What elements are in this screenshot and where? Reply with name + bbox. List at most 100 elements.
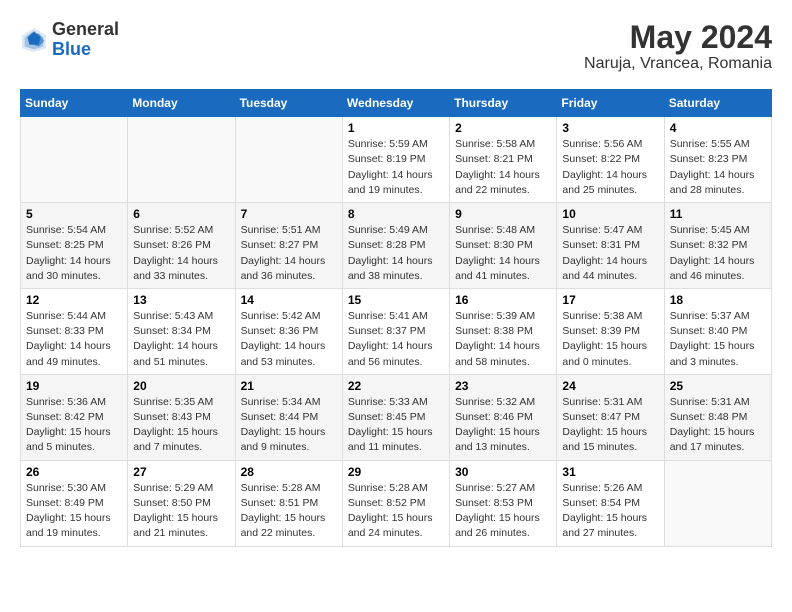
calendar-cell: 23Sunrise: 5:32 AM Sunset: 8:46 PM Dayli… bbox=[450, 374, 557, 460]
day-info: Sunrise: 5:37 AM Sunset: 8:40 PM Dayligh… bbox=[670, 309, 766, 370]
title-block: May 2024 Naruja, Vrancea, Romania bbox=[584, 20, 772, 73]
calendar-cell: 29 Sunrise: 5:28 AM Sunset: 8:52 PM Dayli… bbox=[342, 460, 449, 546]
day-number: 7 bbox=[241, 207, 337, 221]
day-info: Sunrise: 5:29 AM Sunset: 8:50 PM Dayligh… bbox=[133, 481, 229, 542]
calendar-cell bbox=[235, 117, 342, 203]
day-info: Sunrise: 5:45 AM Sunset: 8:32 PM Dayligh… bbox=[670, 223, 766, 284]
day-info: Sunrise: 5:58 AM Sunset: 8:21 PM Dayligh… bbox=[455, 137, 551, 198]
day-info: Sunrise: 5:49 AM Sunset: 8:28 PM Dayligh… bbox=[348, 223, 444, 284]
day-info: Sunrise: 5:31 AM Sunset: 8:47 PM Dayligh… bbox=[562, 395, 658, 456]
logo-icon bbox=[20, 26, 48, 54]
calendar-cell: 25 Sunrise: 5:31 AM Sunset: 8:48 PM Dayli… bbox=[664, 374, 771, 460]
day-header-tuesday: Tuesday bbox=[235, 90, 342, 117]
day-number: 29 bbox=[348, 465, 444, 479]
day-info: Sunrise: 5:32 AM Sunset: 8:46 PM Dayligh… bbox=[455, 395, 551, 456]
day-number: 21 bbox=[241, 379, 337, 393]
calendar-week-row: 26 Sunrise: 5:30 AM Sunset: 8:49 PM Dayli… bbox=[21, 460, 772, 546]
logo-blue-text: Blue bbox=[52, 39, 91, 59]
day-number: 2 bbox=[455, 121, 551, 135]
day-number: 10 bbox=[562, 207, 658, 221]
day-number: 3 bbox=[562, 121, 658, 135]
month-year-title: May 2024 bbox=[584, 20, 772, 55]
calendar-table: SundayMondayTuesdayWednesdayThursdayFrid… bbox=[20, 89, 772, 546]
calendar-cell: 9 Sunrise: 5:48 AM Sunset: 8:30 PM Daylig… bbox=[450, 203, 557, 289]
day-number: 8 bbox=[348, 207, 444, 221]
day-info: Sunrise: 5:39 AM Sunset: 8:38 PM Dayligh… bbox=[455, 309, 551, 370]
calendar-cell: 19 Sunrise: 5:36 AM Sunset: 8:42 PM Dayli… bbox=[21, 374, 128, 460]
day-header-friday: Friday bbox=[557, 90, 664, 117]
day-info: Sunrise: 5:34 AM Sunset: 8:44 PM Dayligh… bbox=[241, 395, 337, 456]
day-info: Sunrise: 5:48 AM Sunset: 8:30 PM Dayligh… bbox=[455, 223, 551, 284]
day-number: 6 bbox=[133, 207, 229, 221]
day-info: Sunrise: 5:30 AM Sunset: 8:49 PM Dayligh… bbox=[26, 481, 122, 542]
page-header: General Blue May 2024 Naruja, Vrancea, R… bbox=[20, 20, 772, 73]
logo-general-text: General bbox=[52, 19, 119, 39]
calendar-cell: 12Sunrise: 5:44 AM Sunset: 8:33 PM Dayli… bbox=[21, 288, 128, 374]
day-info: Sunrise: 5:41 AM Sunset: 8:37 PM Dayligh… bbox=[348, 309, 444, 370]
day-number: 1 bbox=[348, 121, 444, 135]
day-info: Sunrise: 5:28 AM Sunset: 8:52 PM Dayligh… bbox=[348, 481, 444, 542]
logo: General Blue bbox=[20, 20, 119, 60]
day-info: Sunrise: 5:28 AM Sunset: 8:51 PM Dayligh… bbox=[241, 481, 337, 542]
day-number: 15 bbox=[348, 293, 444, 307]
calendar-header-row: SundayMondayTuesdayWednesdayThursdayFrid… bbox=[21, 90, 772, 117]
day-number: 17 bbox=[562, 293, 658, 307]
day-info: Sunrise: 5:44 AM Sunset: 8:33 PM Dayligh… bbox=[26, 309, 122, 370]
calendar-cell: 3Sunrise: 5:56 AM Sunset: 8:22 PM Daylig… bbox=[557, 117, 664, 203]
calendar-cell: 11 Sunrise: 5:45 AM Sunset: 8:32 PM Dayli… bbox=[664, 203, 771, 289]
day-info: Sunrise: 5:54 AM Sunset: 8:25 PM Dayligh… bbox=[26, 223, 122, 284]
calendar-cell: 7 Sunrise: 5:51 AM Sunset: 8:27 PM Daylig… bbox=[235, 203, 342, 289]
calendar-cell: 26 Sunrise: 5:30 AM Sunset: 8:49 PM Dayli… bbox=[21, 460, 128, 546]
calendar-cell: 18 Sunrise: 5:37 AM Sunset: 8:40 PM Dayli… bbox=[664, 288, 771, 374]
day-number: 31 bbox=[562, 465, 658, 479]
day-header-saturday: Saturday bbox=[664, 90, 771, 117]
day-info: Sunrise: 5:59 AM Sunset: 8:19 PM Dayligh… bbox=[348, 137, 444, 198]
day-header-monday: Monday bbox=[128, 90, 235, 117]
day-info: Sunrise: 5:51 AM Sunset: 8:27 PM Dayligh… bbox=[241, 223, 337, 284]
day-header-sunday: Sunday bbox=[21, 90, 128, 117]
calendar-cell: 2 Sunrise: 5:58 AM Sunset: 8:21 PM Daylig… bbox=[450, 117, 557, 203]
day-number: 25 bbox=[670, 379, 766, 393]
day-number: 28 bbox=[241, 465, 337, 479]
day-info: Sunrise: 5:52 AM Sunset: 8:26 PM Dayligh… bbox=[133, 223, 229, 284]
calendar-cell: 16Sunrise: 5:39 AM Sunset: 8:38 PM Dayli… bbox=[450, 288, 557, 374]
calendar-cell: 8 Sunrise: 5:49 AM Sunset: 8:28 PM Daylig… bbox=[342, 203, 449, 289]
calendar-week-row: 1 Sunrise: 5:59 AM Sunset: 8:19 PM Daylig… bbox=[21, 117, 772, 203]
calendar-cell: 17 Sunrise: 5:38 AM Sunset: 8:39 PM Dayli… bbox=[557, 288, 664, 374]
calendar-cell: 1 Sunrise: 5:59 AM Sunset: 8:19 PM Daylig… bbox=[342, 117, 449, 203]
calendar-cell: 22 Sunrise: 5:33 AM Sunset: 8:45 PM Dayli… bbox=[342, 374, 449, 460]
calendar-cell: 13 Sunrise: 5:43 AM Sunset: 8:34 PM Dayli… bbox=[128, 288, 235, 374]
logo-text: General Blue bbox=[52, 20, 119, 60]
day-number: 22 bbox=[348, 379, 444, 393]
day-number: 26 bbox=[26, 465, 122, 479]
day-number: 14 bbox=[241, 293, 337, 307]
calendar-cell: 5 Sunrise: 5:54 AM Sunset: 8:25 PM Daylig… bbox=[21, 203, 128, 289]
day-number: 11 bbox=[670, 207, 766, 221]
day-info: Sunrise: 5:38 AM Sunset: 8:39 PM Dayligh… bbox=[562, 309, 658, 370]
day-info: Sunrise: 5:43 AM Sunset: 8:34 PM Dayligh… bbox=[133, 309, 229, 370]
day-number: 19 bbox=[26, 379, 122, 393]
calendar-cell: 14Sunrise: 5:42 AM Sunset: 8:36 PM Dayli… bbox=[235, 288, 342, 374]
location-subtitle: Naruja, Vrancea, Romania bbox=[584, 55, 772, 73]
day-info: Sunrise: 5:35 AM Sunset: 8:43 PM Dayligh… bbox=[133, 395, 229, 456]
day-number: 13 bbox=[133, 293, 229, 307]
day-info: Sunrise: 5:55 AM Sunset: 8:23 PM Dayligh… bbox=[670, 137, 766, 198]
day-number: 9 bbox=[455, 207, 551, 221]
calendar-cell bbox=[664, 460, 771, 546]
calendar-cell: 30Sunrise: 5:27 AM Sunset: 8:53 PM Dayli… bbox=[450, 460, 557, 546]
day-info: Sunrise: 5:47 AM Sunset: 8:31 PM Dayligh… bbox=[562, 223, 658, 284]
calendar-cell: 28 Sunrise: 5:28 AM Sunset: 8:51 PM Dayli… bbox=[235, 460, 342, 546]
day-number: 27 bbox=[133, 465, 229, 479]
day-info: Sunrise: 5:36 AM Sunset: 8:42 PM Dayligh… bbox=[26, 395, 122, 456]
calendar-cell: 4 Sunrise: 5:55 AM Sunset: 8:23 PM Daylig… bbox=[664, 117, 771, 203]
day-header-thursday: Thursday bbox=[450, 90, 557, 117]
day-number: 18 bbox=[670, 293, 766, 307]
day-info: Sunrise: 5:33 AM Sunset: 8:45 PM Dayligh… bbox=[348, 395, 444, 456]
day-info: Sunrise: 5:31 AM Sunset: 8:48 PM Dayligh… bbox=[670, 395, 766, 456]
day-number: 4 bbox=[670, 121, 766, 135]
day-number: 24 bbox=[562, 379, 658, 393]
calendar-cell: 21 Sunrise: 5:34 AM Sunset: 8:44 PM Dayli… bbox=[235, 374, 342, 460]
calendar-cell bbox=[128, 117, 235, 203]
day-info: Sunrise: 5:27 AM Sunset: 8:53 PM Dayligh… bbox=[455, 481, 551, 542]
day-number: 5 bbox=[26, 207, 122, 221]
